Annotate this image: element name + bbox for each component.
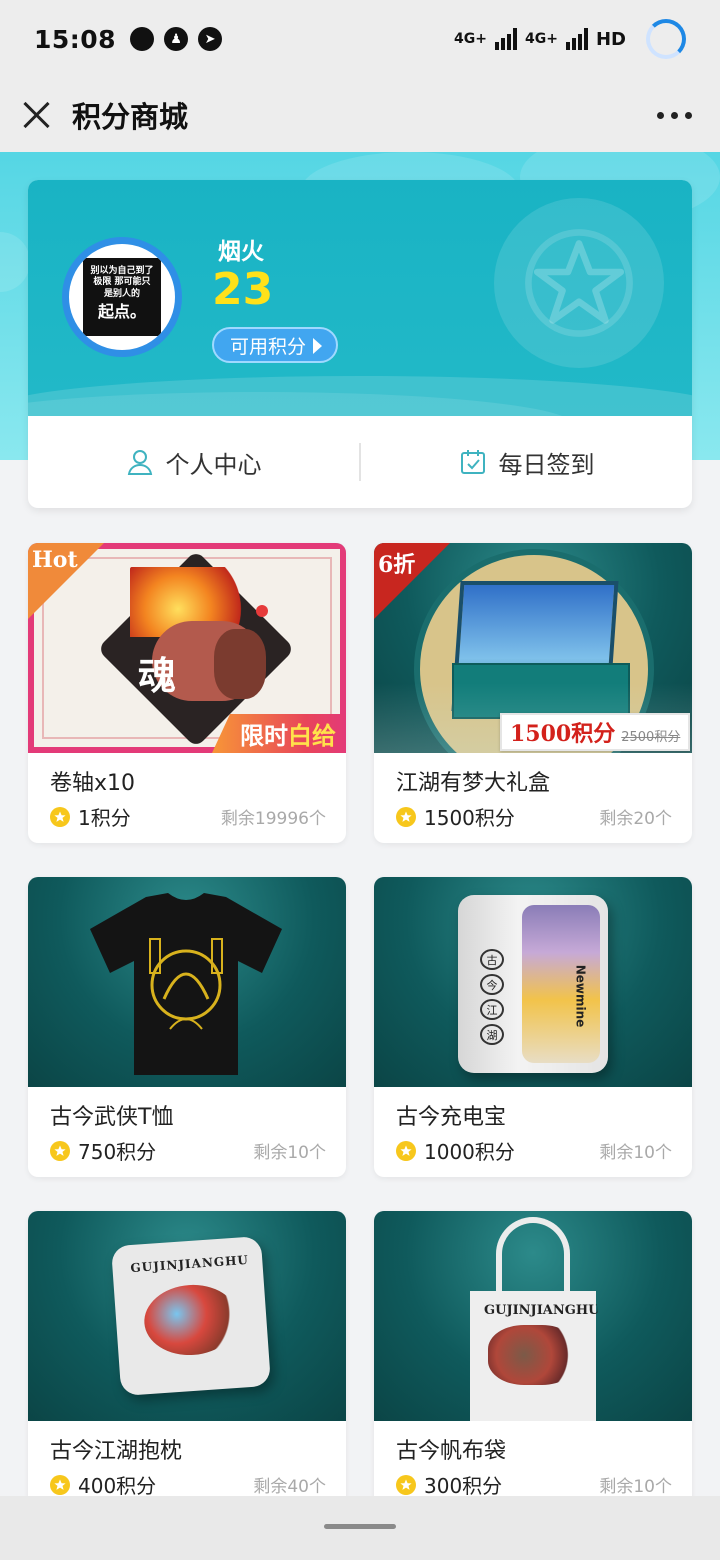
signal-icon-2 bbox=[565, 28, 588, 50]
profile-card: 别以为自己到了极限 那可能只是别人的 起点。 烟火 23 可用积分 个人中心 每… bbox=[28, 180, 692, 508]
product-name: 古今帆布袋 bbox=[396, 1439, 507, 1464]
brand-text: Newmine bbox=[573, 964, 588, 1028]
product-price: 400积分 bbox=[78, 1474, 157, 1498]
seal-char: 江 bbox=[480, 999, 504, 1020]
loading-spinner-icon bbox=[646, 19, 686, 59]
product-image: 1500积分 2500积分 6折 bbox=[374, 543, 692, 753]
product-name: 古今江湖抱枕 bbox=[50, 1439, 183, 1464]
product-stock: 剩余10个 bbox=[599, 1143, 672, 1163]
calendar-check-icon bbox=[460, 450, 485, 474]
coin-star-icon bbox=[396, 1474, 416, 1495]
product-card-scroll[interactable]: 魂 Hot 限时白给 卷轴x10 1积分 剩余19996个 bbox=[28, 543, 346, 843]
product-grid: 魂 Hot 限时白给 卷轴x10 1积分 剩余19996个 1500积分 250… bbox=[28, 543, 692, 1511]
product-image: 魂 Hot 限时白给 bbox=[28, 543, 346, 753]
profile-header: 别以为自己到了极限 那可能只是别人的 起点。 烟火 23 可用积分 bbox=[28, 180, 692, 416]
promo-banner: 限时白给 bbox=[212, 714, 346, 753]
product-stock: 剩余20个 bbox=[599, 809, 672, 829]
product-price: 1积分 bbox=[78, 806, 131, 830]
available-points-label: 可用积分 bbox=[230, 335, 307, 358]
powerbank-image: 古 今 江 湖 Newmine bbox=[458, 895, 608, 1073]
system-nav-bar bbox=[0, 1496, 720, 1560]
page-title: 积分商城 bbox=[72, 100, 189, 134]
price-tag: 1500积分 2500积分 bbox=[500, 713, 691, 751]
coin-star-icon bbox=[396, 806, 416, 827]
play-arrow-icon bbox=[313, 338, 323, 354]
product-image: 古 今 江 湖 Newmine bbox=[374, 877, 692, 1087]
coin-star-icon bbox=[50, 806, 70, 827]
star-badge-icon bbox=[494, 198, 664, 368]
product-stock: 剩余10个 bbox=[599, 1477, 672, 1497]
product-price: 300积分 bbox=[424, 1474, 503, 1498]
title-bar: 积分商城 bbox=[0, 78, 720, 152]
status-time: 15:08 bbox=[34, 24, 117, 54]
coin-star-icon bbox=[50, 1140, 70, 1161]
avatar-caption: 别以为自己到了极限 那可能只是别人的 bbox=[90, 266, 154, 299]
product-card-tshirt[interactable]: 古今武侠T恤 750积分 剩余10个 bbox=[28, 877, 346, 1177]
available-points-button[interactable]: 可用积分 bbox=[212, 327, 339, 363]
product-stock: 剩余40个 bbox=[253, 1477, 326, 1497]
seal-char: 古 bbox=[480, 949, 504, 970]
product-card-giftbox[interactable]: 1500积分 2500积分 6折 江湖有梦大礼盒 1500积分 剩余20个 bbox=[374, 543, 692, 843]
product-card-powerbank[interactable]: 古 今 江 湖 Newmine 古今充电宝 1000积分 剩余10个 bbox=[374, 877, 692, 1177]
product-name: 江湖有梦大礼盒 bbox=[396, 771, 551, 796]
signal-icon bbox=[495, 28, 518, 50]
product-name: 卷轴x10 bbox=[50, 771, 136, 796]
tag-price-now: 1500积分 bbox=[510, 721, 616, 747]
product-name: 古今充电宝 bbox=[396, 1105, 507, 1130]
pillow-image: GUJINJIANGHU bbox=[110, 1235, 272, 1397]
tag-price-was: 2500积分 bbox=[621, 730, 681, 745]
network-type-1: 4G+ bbox=[454, 31, 488, 47]
seal-char: 湖 bbox=[480, 1024, 504, 1045]
qq-penguin-icon: ♟ bbox=[164, 27, 189, 51]
coin-star-icon bbox=[50, 1474, 70, 1495]
username: 烟火 bbox=[218, 239, 264, 265]
daily-checkin-link[interactable]: 每日签到 bbox=[361, 445, 692, 480]
personal-center-label: 个人中心 bbox=[165, 450, 262, 479]
tote-art-text: GUJINJIANGHU bbox=[484, 1303, 600, 1318]
product-card-pillow[interactable]: GUJINJIANGHU 古今江湖抱枕 400积分 剩余40个 bbox=[28, 1211, 346, 1511]
product-price: 1000积分 bbox=[424, 1140, 515, 1164]
hd-badge: HD bbox=[595, 28, 626, 50]
tshirt-image bbox=[90, 893, 282, 1075]
product-stock: 剩余10个 bbox=[253, 1143, 326, 1163]
paper-plane-icon: ➤ bbox=[198, 27, 223, 51]
avatar[interactable]: 别以为自己到了极限 那可能只是别人的 起点。 bbox=[62, 237, 182, 357]
avatar-caption-big: 起点。 bbox=[97, 301, 146, 321]
product-price: 750积分 bbox=[78, 1140, 157, 1164]
tote-image: GUJINJIANGHU bbox=[470, 1291, 600, 1421]
product-price: 1500积分 bbox=[424, 806, 515, 830]
home-gesture-handle[interactable] bbox=[324, 1524, 396, 1529]
product-image bbox=[28, 877, 346, 1087]
personal-center-link[interactable]: 个人中心 bbox=[28, 445, 359, 480]
product-card-tote[interactable]: GUJINJIANGHU 古今帆布袋 300积分 剩余10个 bbox=[374, 1211, 692, 1511]
chat-bubble-icon bbox=[130, 27, 155, 51]
points-value: 23 bbox=[212, 264, 274, 315]
hot-ribbon: Hot bbox=[28, 543, 104, 619]
status-bar: 15:08 ♟ ➤ 4G+ 4G+ HD bbox=[0, 0, 720, 78]
daily-checkin-label: 每日签到 bbox=[498, 450, 595, 479]
product-stock: 剩余19996个 bbox=[220, 809, 326, 829]
status-right: 4G+ 4G+ HD bbox=[454, 19, 686, 59]
avatar-image: 别以为自己到了极限 那可能只是别人的 起点。 bbox=[83, 258, 161, 336]
seal-char: 今 bbox=[480, 974, 504, 995]
coin-star-icon bbox=[396, 1140, 416, 1161]
product-name: 古今武侠T恤 bbox=[50, 1105, 174, 1130]
network-type-2: 4G+ bbox=[525, 31, 558, 47]
product-image: GUJINJIANGHU bbox=[28, 1211, 346, 1421]
close-icon[interactable] bbox=[22, 100, 52, 130]
product-image: GUJINJIANGHU bbox=[374, 1211, 692, 1421]
notification-icons: ♟ ➤ bbox=[130, 27, 223, 51]
more-options-icon[interactable] bbox=[651, 102, 698, 129]
user-icon bbox=[127, 450, 152, 475]
pillow-art-text: GUJINJIANGHU bbox=[130, 1252, 250, 1276]
profile-links: 个人中心 每日签到 bbox=[28, 416, 692, 508]
discount-ribbon: 6折 bbox=[374, 543, 450, 619]
